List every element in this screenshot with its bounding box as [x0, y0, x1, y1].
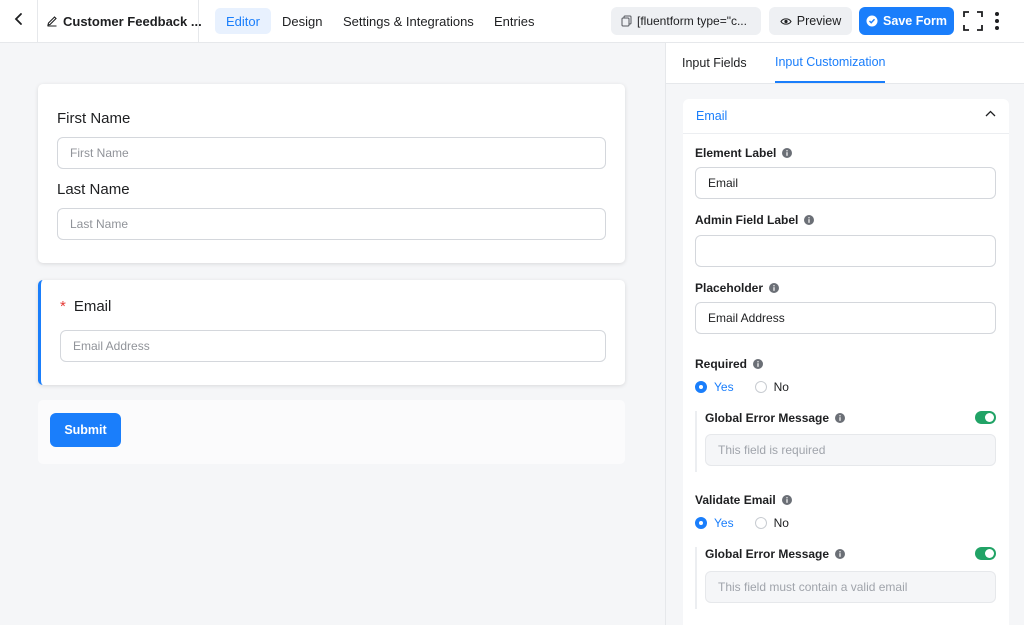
required-error-toggle[interactable]	[975, 411, 996, 424]
eye-icon	[780, 17, 792, 26]
admin-field-label-heading: Admin Field Label	[695, 213, 815, 227]
element-label-input[interactable]: Email	[695, 167, 996, 199]
nav-editor[interactable]: Editor	[215, 8, 271, 34]
required-error-input[interactable]: This field is required	[705, 434, 996, 466]
shortcode-copy-button[interactable]: [fluentform type="c...	[611, 7, 761, 35]
element-label-text: Element Label	[695, 146, 777, 160]
info-icon	[804, 215, 815, 225]
last-name-label: Last Name	[57, 181, 130, 198]
info-icon	[835, 549, 846, 559]
chevron-left-icon	[14, 12, 24, 31]
validate-email-radio-group: Yes No	[695, 516, 810, 530]
first-name-label: First Name	[57, 110, 131, 127]
last-name-input[interactable]: Last Name	[57, 208, 606, 240]
required-radio-group: Yes No	[695, 380, 810, 394]
copy-icon	[621, 15, 632, 27]
admin-field-label-text: Admin Field Label	[695, 213, 799, 227]
validate-email-heading: Validate Email	[695, 493, 792, 507]
placeholder-text: Placeholder	[695, 281, 764, 295]
shortcode-text: [fluentform type="c...	[637, 14, 747, 28]
required-yes-radio[interactable]: Yes	[695, 380, 734, 394]
required-asterisk: *	[60, 298, 66, 315]
info-icon	[781, 495, 792, 505]
form-title[interactable]: Customer Feedback ...	[38, 0, 202, 42]
nav-entries[interactable]: Entries	[494, 8, 534, 34]
validate-email-no-radio[interactable]: No	[754, 516, 789, 530]
required-error-block: Global Error Message This field is requi…	[695, 411, 996, 472]
settings-panel: Input Fields Input Customization Email E…	[665, 43, 1024, 625]
info-icon	[769, 283, 780, 293]
top-bar: Customer Feedback ... Editor Design Sett…	[0, 0, 1024, 43]
nav-design[interactable]: Design	[282, 8, 322, 34]
submit-area: Submit	[38, 400, 625, 464]
fullscreen-icon[interactable]	[962, 10, 984, 32]
required-text: Required	[695, 357, 748, 371]
section-title: Email	[696, 109, 728, 123]
nav-settings-integrations[interactable]: Settings & Integrations	[343, 8, 474, 34]
validate-email-yes-radio[interactable]: Yes	[695, 516, 734, 530]
required-error-label: Global Error Message	[705, 411, 830, 425]
email-input[interactable]: Email Address	[60, 330, 606, 362]
info-icon	[753, 359, 764, 369]
validate-email-error-block: Global Error Message This field must con…	[695, 547, 996, 609]
form-title-text: Customer Feedback ...	[63, 13, 202, 29]
placeholder-heading: Placeholder	[695, 281, 780, 295]
more-vertical-icon[interactable]	[990, 10, 1004, 32]
email-label: * Email	[60, 298, 111, 315]
chevron-up-icon	[985, 110, 996, 117]
submit-button[interactable]: Submit	[50, 413, 121, 447]
required-heading: Required	[695, 357, 764, 371]
info-icon	[835, 413, 846, 423]
admin-field-label-input[interactable]	[695, 235, 996, 267]
email-settings-section: Email Element Label Email Admin Field La…	[683, 99, 1009, 625]
validate-email-error-label: Global Error Message	[705, 547, 830, 561]
required-no-radio[interactable]: No	[754, 380, 789, 394]
save-form-label: Save Form	[883, 14, 947, 28]
preview-button[interactable]: Preview	[769, 7, 852, 35]
validate-email-error-heading: Global Error Message	[705, 547, 846, 561]
name-fields-card[interactable]: First Name First Name Last Name Last Nam…	[38, 84, 625, 263]
element-label-heading: Element Label	[695, 146, 793, 160]
email-field-card[interactable]: * Email Email Address	[38, 280, 625, 385]
validate-email-text: Validate Email	[695, 493, 776, 507]
pen-icon	[46, 15, 58, 27]
tab-input-customization[interactable]: Input Customization	[775, 43, 886, 83]
section-header[interactable]: Email	[683, 99, 1009, 134]
save-form-button[interactable]: Save Form	[859, 7, 954, 35]
back-button[interactable]	[0, 0, 38, 42]
placeholder-input[interactable]: Email Address	[695, 302, 996, 334]
validate-email-error-input[interactable]: This field must contain a valid email	[705, 571, 996, 603]
email-label-text: Email	[73, 298, 112, 315]
validate-email-error-toggle[interactable]	[975, 547, 996, 560]
required-error-heading: Global Error Message	[705, 411, 846, 425]
preview-label: Preview	[796, 14, 842, 28]
first-name-input[interactable]: First Name	[57, 137, 606, 169]
check-circle-icon	[866, 15, 878, 27]
panel-tabs: Input Fields Input Customization	[666, 43, 1024, 84]
info-icon	[782, 148, 793, 158]
tab-input-fields[interactable]: Input Fields	[682, 43, 747, 83]
